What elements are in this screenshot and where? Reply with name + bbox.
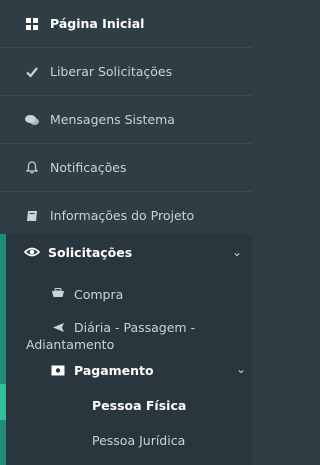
submenu-item-label: Pagamento bbox=[74, 362, 154, 378]
menu-item-liberar-solicitacoes[interactable]: Liberar Solicitações bbox=[0, 48, 252, 96]
menu-item-pagina-inicial[interactable]: Página Inicial bbox=[0, 0, 252, 48]
submenu-item-label: Pessoa Jurídica bbox=[92, 433, 186, 448]
menu-item-label: Página Inicial bbox=[50, 16, 145, 31]
solicitacoes-submenu: Solicitações ⌄ Compra Diária - Passagem … bbox=[0, 234, 252, 465]
submenu-item-label-line1: Diária - Passagem - bbox=[74, 319, 196, 335]
submenu-item-label: Pessoa Física bbox=[92, 398, 187, 413]
chevron-down-icon[interactable]: ⌄ bbox=[232, 245, 242, 259]
submenu-item-pessoa-juridica[interactable]: Pessoa Jurídica bbox=[92, 433, 185, 448]
chat-icon bbox=[24, 112, 40, 128]
grid-icon bbox=[24, 16, 40, 32]
menu-item-label: Informações do Projeto bbox=[50, 208, 195, 223]
sidebar: Página Inicial Liberar Solicitações Mens… bbox=[0, 0, 252, 465]
submenu-item-pagamento[interactable]: Pagamento bbox=[50, 362, 154, 378]
plane-icon bbox=[50, 319, 66, 335]
eye-icon bbox=[24, 244, 40, 260]
menu-item-mensagens-sistema[interactable]: Mensagens Sistema bbox=[0, 96, 252, 144]
check-icon bbox=[24, 64, 40, 80]
submenu-item-label: Compra bbox=[74, 286, 124, 302]
book-icon bbox=[24, 208, 40, 224]
menu-item-label: Notificações bbox=[50, 160, 127, 175]
submenu-item-label-line2: Adiantamento bbox=[26, 337, 115, 352]
menu-item-label: Mensagens Sistema bbox=[50, 112, 175, 127]
chevron-down-icon[interactable]: ⌄ bbox=[236, 362, 246, 376]
money-icon bbox=[50, 362, 66, 378]
menu-item-label: Liberar Solicitações bbox=[50, 64, 173, 79]
submenu-item-diaria-passagem-adiantamento[interactable]: Diária - Passagem - Adiantamento bbox=[26, 319, 196, 353]
submenu-item-pessoa-fisica[interactable]: Pessoa Física bbox=[92, 398, 186, 413]
cart-icon bbox=[50, 286, 66, 302]
active-indicator bbox=[0, 384, 6, 420]
menu-item-solicitacoes[interactable]: Solicitações bbox=[24, 244, 132, 260]
menu-item-informacoes-do-projeto[interactable]: Informações do Projeto bbox=[0, 192, 252, 240]
bell-icon bbox=[24, 160, 40, 176]
menu-item-notificacoes[interactable]: Notificações bbox=[0, 144, 252, 192]
submenu-item-compra[interactable]: Compra bbox=[50, 286, 123, 302]
menu-item-label: Solicitações bbox=[48, 244, 133, 260]
